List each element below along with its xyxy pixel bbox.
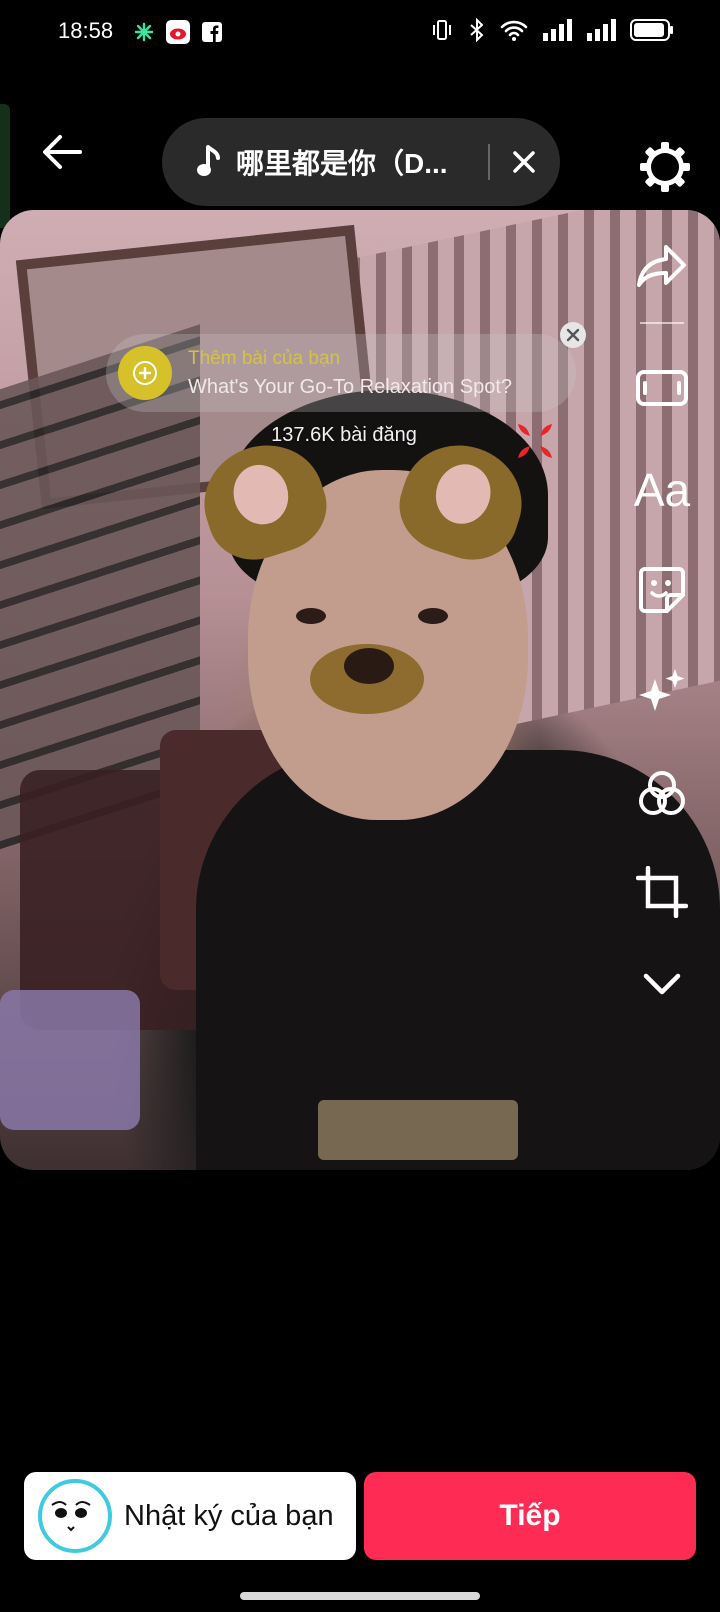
suggestion-title: Thêm bài của bạn [188, 348, 341, 369]
posts-count: 137.6K bài đăng [271, 424, 417, 446]
person-eye [418, 608, 448, 624]
more-tools-button[interactable] [632, 954, 692, 1014]
sticker-button[interactable] [632, 560, 692, 620]
signal-icon [543, 19, 572, 41]
settings-button[interactable] [638, 140, 692, 194]
aspect-ratio-button[interactable] [632, 358, 692, 418]
effects-sparkle-icon [639, 669, 685, 711]
home-indicator[interactable] [240, 1592, 480, 1600]
diary-label: Nhật ký của bạn [124, 1499, 334, 1532]
dog-nose-tip [344, 648, 394, 684]
sparkle-app-icon [134, 22, 154, 42]
add-post-suggestion[interactable]: Thêm bài của bạn What's Your Go-To Relax… [106, 334, 576, 412]
status-right-icons [430, 18, 674, 42]
next-button[interactable]: Tiếp [364, 1472, 696, 1560]
music-title[interactable]: 哪里都是你（D... [236, 142, 466, 182]
arrow-left-icon [43, 135, 82, 169]
status-time: 18:58 [58, 18, 114, 43]
share-button[interactable] [632, 236, 692, 296]
anger-emoji-icon [518, 424, 552, 458]
crop-icon [636, 866, 688, 918]
plus-icon[interactable] [118, 346, 172, 400]
gear-icon [640, 142, 690, 192]
chevron-down-icon [643, 973, 681, 995]
wifi-icon [500, 20, 528, 41]
bluetooth-icon [470, 18, 484, 42]
video-preview[interactable]: Thêm bài của bạn What's Your Go-To Relax… [0, 210, 720, 1170]
signal-icon [587, 19, 616, 41]
suggestion-subtitle: What's Your Go-To Relaxation Spot? [188, 376, 513, 398]
status-left-icons [134, 20, 222, 44]
music-note-icon [197, 145, 220, 176]
music-selector[interactable]: 哪里都是你（D... [162, 118, 560, 206]
battery-icon [630, 19, 673, 41]
tool-separator [640, 322, 684, 324]
back-button[interactable] [40, 130, 84, 174]
background-stool [0, 990, 140, 1130]
your-diary-button[interactable]: Nhật ký của bạn [24, 1472, 356, 1560]
sticker-icon [639, 567, 685, 613]
crop-button[interactable] [632, 862, 692, 922]
vibrate-icon [433, 20, 451, 40]
edge-indicator [0, 104, 10, 228]
person-eye [296, 608, 326, 624]
weibo-icon [166, 20, 190, 44]
suggestion-close-icon[interactable] [560, 322, 586, 348]
filters-button[interactable] [632, 764, 692, 824]
effects-button[interactable] [632, 662, 692, 722]
close-icon[interactable] [510, 148, 538, 176]
aspect-ratio-icon [636, 370, 688, 406]
shirt-print [318, 1100, 518, 1160]
pill-divider [488, 144, 490, 180]
facebook-icon [202, 22, 222, 42]
text-tool-button[interactable]: Aa [632, 460, 692, 520]
filters-icon [639, 771, 685, 815]
share-icon [637, 245, 686, 287]
avatar [38, 1479, 112, 1553]
